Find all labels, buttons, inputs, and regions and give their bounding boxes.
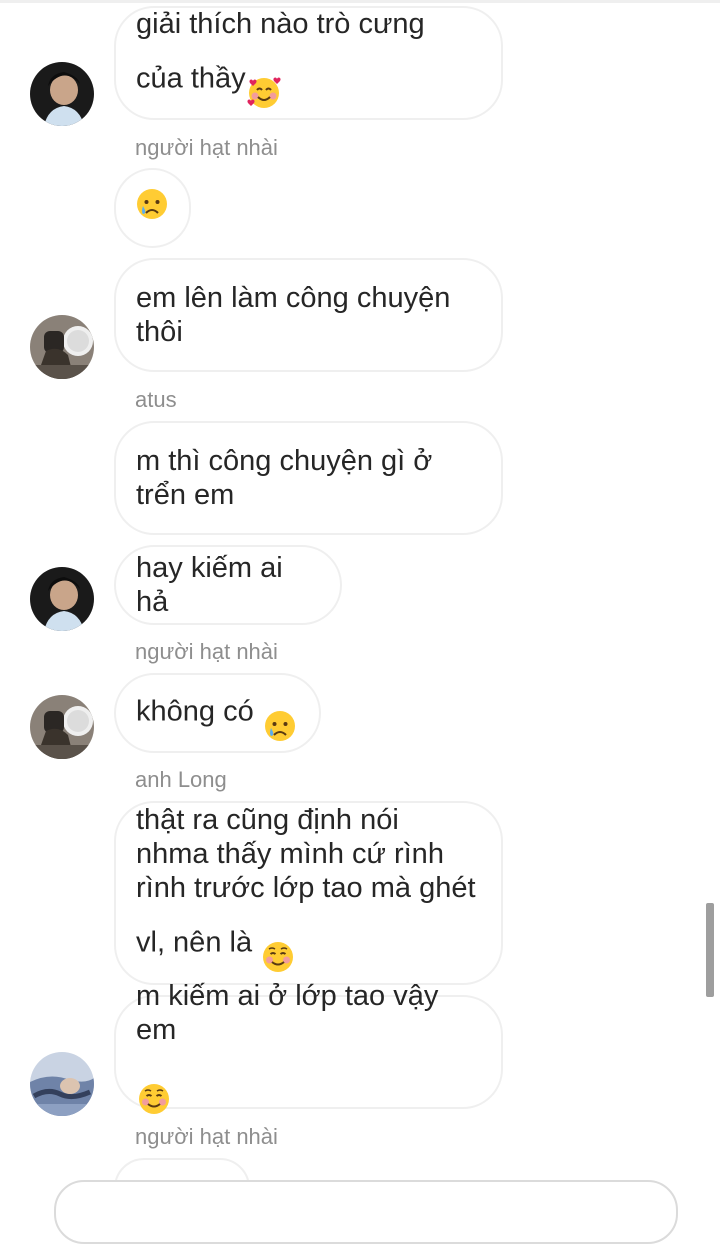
sender-name: người hạt nhài: [135, 639, 278, 664]
sender-name: người hạt nhài: [135, 1124, 278, 1149]
message-text: thật ra cũng định nói nhma thấy mình cứ …: [136, 803, 476, 983]
message-text: hay kiếm ai hả: [136, 552, 283, 618]
sender-name: atus: [135, 387, 177, 412]
message-text: không có: [136, 674, 298, 752]
message-bubble[interactable]: m kiếm ai ở lớp tao vậy em: [114, 980, 503, 1114]
avatar[interactable]: [30, 62, 94, 126]
message-text: m kiếm ai ở lớp tao vậy em: [136, 979, 481, 1125]
message-text: m thì công chuyện gì ở trển em: [136, 445, 433, 511]
sender-name: anh Long: [135, 767, 227, 792]
message-bubble[interactable]: hay kiếm ai hả: [114, 545, 342, 625]
message-input[interactable]: [54, 1180, 678, 1244]
message-bubble[interactable]: em lên làm công chuyện thôi: [114, 258, 503, 372]
crying-face-icon: [262, 674, 298, 752]
message-bubble[interactable]: [114, 168, 191, 248]
avatar[interactable]: [30, 315, 94, 379]
message-bubble[interactable]: thật ra cũng định nói nhma thấy mình cứ …: [114, 801, 503, 985]
smiling-face-icon: [136, 1047, 172, 1125]
scrollbar[interactable]: [706, 903, 714, 997]
message-bubble[interactable]: m thì công chuyện gì ở trển em: [114, 421, 503, 535]
smiling-face-icon: [260, 905, 296, 983]
message-text: giải thích nào trò cưng của thầy: [136, 7, 425, 119]
avatar[interactable]: [30, 1052, 94, 1116]
message-bubble[interactable]: không có: [114, 673, 321, 753]
avatar[interactable]: [30, 567, 94, 631]
crying-face-icon: [134, 186, 170, 230]
sender-name: người hạt nhài: [135, 135, 278, 160]
avatar[interactable]: [30, 695, 94, 759]
message-bubble[interactable]: giải thích nào trò cưng của thầy: [114, 6, 503, 120]
smiling-face-with-hearts-icon: [246, 41, 282, 119]
message-text: em lên làm công chuyện thôi: [136, 282, 451, 348]
top-divider: [0, 0, 720, 3]
